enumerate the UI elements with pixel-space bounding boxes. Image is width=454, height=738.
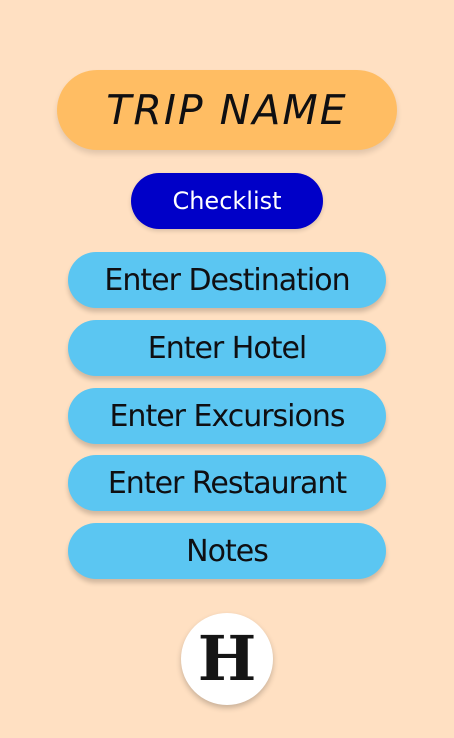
notes-button[interactable]: Notes bbox=[68, 523, 386, 579]
home-logo-icon: H bbox=[197, 622, 257, 695]
enter-excursions-button[interactable]: Enter Excursions bbox=[68, 388, 386, 444]
enter-hotel-button[interactable]: Enter Hotel bbox=[68, 320, 386, 376]
app-screen: TRIP NAME Checklist Enter Destination En… bbox=[0, 0, 454, 738]
checklist-button[interactable]: Checklist bbox=[131, 173, 323, 229]
trip-name-banner[interactable]: TRIP NAME bbox=[57, 70, 397, 150]
home-logo-button[interactable]: H bbox=[181, 613, 273, 705]
enter-destination-button[interactable]: Enter Destination bbox=[68, 252, 386, 308]
enter-restaurant-button[interactable]: Enter Restaurant bbox=[68, 455, 386, 511]
